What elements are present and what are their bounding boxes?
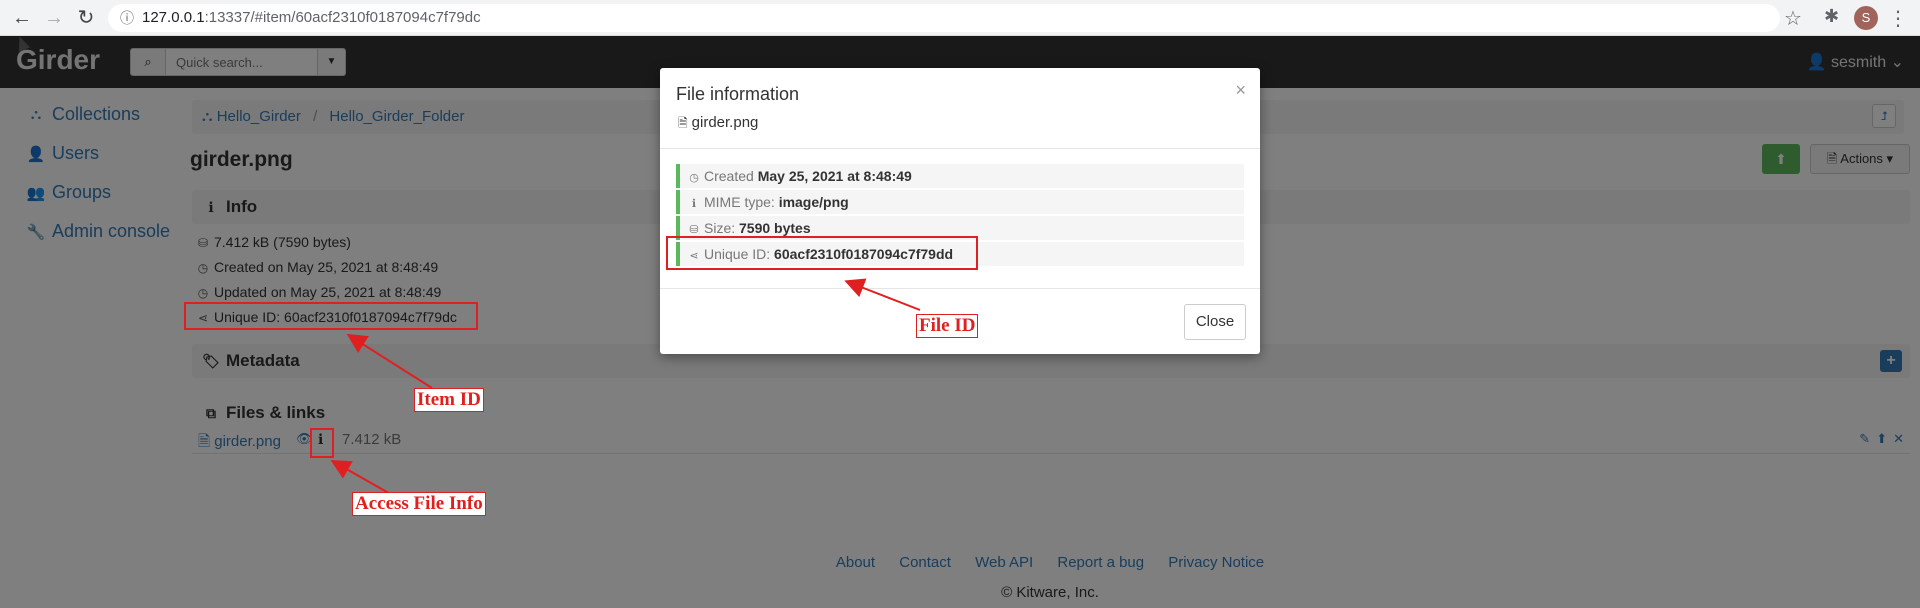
created-label: Created [704, 168, 754, 184]
file-icon: 🗎 [678, 116, 688, 130]
file-id-annotation: File ID [916, 314, 979, 338]
modal-title: File information [676, 84, 800, 104]
access-file-info-annotation: Access File Info [352, 492, 486, 516]
address-bar[interactable]: ⓘ 127.0.0.1:13337/#item/60acf2310f018709… [108, 4, 1780, 32]
back-arrow-icon[interactable]: ← [10, 6, 34, 30]
reload-icon[interactable]: ↻ [74, 6, 98, 30]
mime-label: MIME type: [704, 194, 775, 210]
close-icon[interactable]: × [1235, 80, 1246, 101]
bookmark-star-icon[interactable]: ☆ [1784, 6, 1802, 31]
item-id-annotation: Item ID [414, 388, 484, 412]
modal-divider [660, 148, 1260, 149]
browser-toolbar: ← → ↻ ⓘ 127.0.0.1:13337/#item/60acf2310f… [0, 0, 1920, 36]
modal-file-name-text: girder.png [691, 114, 759, 131]
file-id-highlight-box [666, 236, 978, 270]
forward-arrow-icon[interactable]: → [42, 6, 66, 30]
modal-file-name: 🗎 girder.png [678, 114, 758, 135]
item-id-highlight-box [184, 302, 478, 330]
site-info-icon[interactable]: ⓘ [120, 4, 134, 32]
extensions-puzzle-icon[interactable]: ✱ [1824, 6, 1839, 27]
file-information-modal: File information × 🗎 girder.png ◷ Created … [660, 68, 1260, 354]
modal-mime-row: ℹ MIME type: image/png [676, 190, 1244, 214]
size-label: Size: [704, 220, 736, 236]
modal-divider [660, 288, 1260, 289]
created-value: May 25, 2021 at 8:48:49 [757, 168, 912, 184]
url-path: :13337/#item/60acf2310f0187094c7f79dc [204, 9, 481, 26]
modal-created-row: ◷ Created May 25, 2021 at 8:48:49 [676, 164, 1244, 188]
size-value: 7590 bytes [739, 220, 811, 236]
file-info-highlight-box [310, 428, 334, 458]
url-host: 127.0.0.1 [142, 9, 205, 26]
clock-icon: ◷ [689, 172, 699, 184]
browser-menu-icon[interactable]: ⋮ [1888, 6, 1908, 31]
profile-avatar[interactable]: S [1854, 6, 1878, 30]
mime-value: image/png [778, 194, 849, 210]
info-icon: ℹ [691, 198, 697, 210]
close-button[interactable]: Close [1184, 304, 1246, 340]
